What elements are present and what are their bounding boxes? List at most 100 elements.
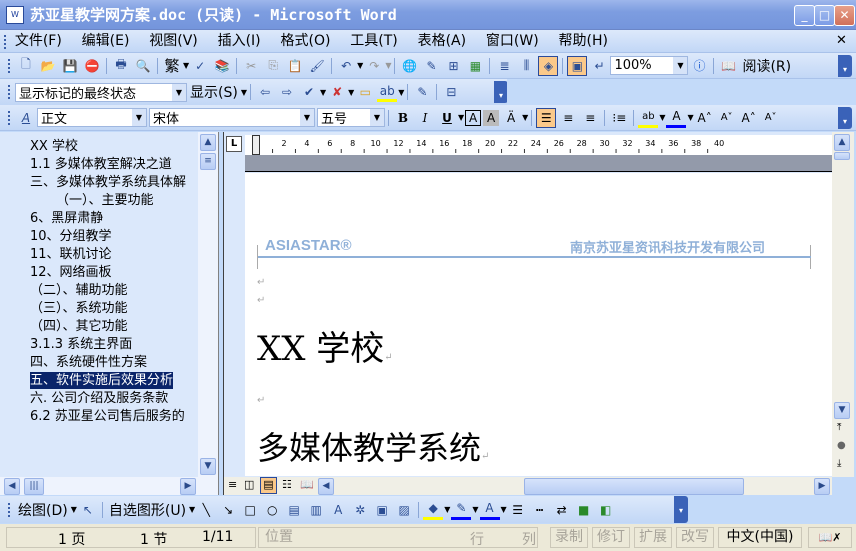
arrow-icon[interactable]: ↘ [218, 500, 238, 520]
font-color-icon[interactable]: A [666, 108, 687, 128]
zoom-select[interactable]: 100% ▼ [610, 56, 689, 75]
save-icon[interactable]: 💾 [60, 56, 80, 76]
cut-icon[interactable]: ✂ [241, 56, 261, 76]
select-browse-object-icon[interactable]: ● [837, 440, 846, 451]
columns-icon[interactable]: ≣ [494, 56, 514, 76]
scroll-down-icon[interactable]: ▼ [200, 458, 216, 475]
docmap-item[interactable]: 6.2 苏亚星公司售后服务的 [30, 408, 185, 425]
spelling-icon[interactable]: ✓ [190, 56, 210, 76]
menu-table[interactable]: 表格(A) [418, 30, 467, 52]
chevron-down-icon[interactable]: ▼ [357, 61, 363, 70]
bold-icon[interactable]: B [393, 108, 413, 128]
open-icon[interactable]: 📂 [38, 56, 58, 76]
menu-edit[interactable]: 编辑(E) [82, 30, 130, 52]
chevron-down-icon[interactable]: ▼ [300, 109, 314, 126]
docmap-item[interactable]: （四）、其它功能 [30, 318, 128, 335]
chevron-down-icon[interactable]: ▼ [348, 88, 354, 97]
show-hide-icon[interactable]: ▣ [567, 55, 588, 76]
shrink-font-1pt-icon[interactable]: A˅ [761, 108, 781, 128]
rectangle-icon[interactable]: □ [240, 500, 260, 520]
spelling-status-icon[interactable]: 📖✗ [808, 527, 852, 548]
docmap-item[interactable]: 1.1 多媒体教室解决之道 [30, 156, 172, 173]
indent-marker[interactable] [252, 135, 260, 155]
chevron-down-icon[interactable]: ▼ [659, 113, 665, 122]
chevron-down-icon[interactable]: ▼ [370, 109, 384, 126]
print-layout-view-icon[interactable]: ▤ [260, 477, 277, 494]
status-language[interactable]: 中文(中国) [718, 527, 802, 548]
text-box-icon[interactable]: ▤ [284, 500, 304, 520]
chevron-down-icon[interactable]: ▼ [444, 505, 450, 514]
scroll-thumb[interactable]: ||| [24, 478, 44, 495]
research-icon[interactable]: 📚 [212, 56, 232, 76]
format-painter-icon[interactable]: 🖌 [307, 56, 327, 76]
status-record[interactable]: 录制 [550, 527, 588, 548]
toolbar-grip[interactable] [4, 34, 7, 49]
italic-icon[interactable]: I [415, 108, 435, 128]
tab-selector-button[interactable]: L [226, 136, 242, 152]
docmap-item[interactable]: 六. 公司介绍及服务条款 [30, 390, 168, 407]
chevron-down-icon[interactable]: ▼ [189, 505, 195, 514]
clip-art-icon[interactable]: ▣ [372, 500, 392, 520]
highlight-icon[interactable]: ab [377, 82, 398, 102]
toolbar-options-icon[interactable]: ▾ [838, 55, 852, 77]
menu-format[interactable]: 格式(O) [280, 30, 330, 52]
chevron-down-icon[interactable]: ▼ [71, 505, 77, 514]
wordart-icon[interactable]: A [328, 500, 348, 520]
toolbar-options-icon[interactable]: ▾ [674, 496, 688, 523]
previous-page-icon[interactable]: ⤒ [837, 422, 841, 433]
scroll-thumb[interactable]: ≡ [200, 153, 216, 170]
reviewing-pane-icon[interactable]: ⊟ [441, 82, 461, 102]
insert-table-icon[interactable]: ⊞ [443, 56, 463, 76]
menu-window[interactable]: 窗口(W) [486, 30, 539, 52]
new-icon[interactable]: 🗋 [16, 56, 36, 76]
font-size-select[interactable]: 五号 ▼ [317, 108, 385, 127]
phonetic-guide-icon[interactable]: Ä [501, 108, 521, 128]
redo-icon[interactable]: ↷ [364, 56, 384, 76]
paragraph-mark-icon[interactable]: ↵ [589, 56, 609, 76]
line-icon[interactable]: ╲ [196, 500, 216, 520]
scroll-down-icon[interactable]: ▼ [834, 402, 850, 419]
menu-insert[interactable]: 插入(I) [218, 30, 261, 52]
docmap-item[interactable]: （一）、主要功能 [56, 192, 154, 209]
menu-tools[interactable]: 工具(T) [350, 30, 397, 52]
underline-icon[interactable]: U [437, 108, 457, 128]
read-icon[interactable]: 📖 [718, 56, 738, 76]
next-page-icon[interactable]: ⤓ [837, 458, 841, 469]
status-track-changes[interactable]: 修订 [592, 527, 630, 548]
docmap-item[interactable]: 11、联机讨论 [30, 246, 112, 263]
docmap-item[interactable]: 三、多媒体教学系统具体解 [30, 174, 186, 191]
toolbar-grip[interactable] [8, 58, 11, 73]
track-changes-icon[interactable]: ✎ [412, 82, 432, 102]
chevron-down-icon[interactable]: ▼ [501, 505, 507, 514]
chevron-down-icon[interactable]: ▼ [132, 109, 146, 126]
chevron-down-icon[interactable]: ▼ [522, 113, 528, 122]
diagram-icon[interactable]: ✲ [350, 500, 370, 520]
document-map-icon[interactable]: ◈ [538, 55, 559, 76]
docmap-item[interactable]: XX 学校 [30, 138, 78, 155]
chevron-down-icon[interactable]: ▼ [687, 113, 693, 122]
close-document-icon[interactable]: ✕ [836, 33, 847, 48]
docmap-item-selected[interactable]: 五、软件实施后效果分析 [30, 372, 174, 389]
styles-formatting-icon[interactable]: A [16, 108, 36, 128]
web-layout-view-icon[interactable]: ◫ [244, 478, 254, 491]
previous-change-icon[interactable]: ⇦ [255, 82, 275, 102]
scroll-thumb[interactable] [834, 152, 850, 160]
word-app-icon[interactable]: W [6, 6, 24, 24]
horizontal-ruler[interactable]: 2 4 6 8 10 12 14 16 18 20 22 24 26 28 30 32 34 36 38 40 [245, 135, 832, 155]
font-select[interactable]: 宋体 ▼ [149, 108, 315, 127]
normal-view-icon[interactable]: ≡ [228, 478, 237, 491]
tables-borders-icon[interactable]: ✎ [421, 56, 441, 76]
chevron-down-icon[interactable]: ▼ [673, 57, 688, 74]
chevron-down-icon[interactable]: ▼ [472, 505, 478, 514]
picture-icon[interactable]: ▨ [394, 500, 414, 520]
toolbar-options-icon[interactable]: ▾ [838, 107, 852, 129]
help-icon[interactable]: ⓘ [689, 56, 709, 76]
docmap-item[interactable]: 6、黑屏肃静 [30, 210, 103, 227]
docmap-horizontal-scrollbar[interactable]: ◀ ||| ▶ [0, 477, 218, 495]
docmap-vertical-scrollbar[interactable]: ▲ ≡ ▼ [198, 132, 218, 477]
minimize-button[interactable]: _ [794, 5, 815, 26]
chevron-down-icon[interactable]: ▼ [320, 88, 326, 97]
menu-help[interactable]: 帮助(H) [559, 30, 608, 52]
undo-icon[interactable]: ↶ [336, 56, 356, 76]
scroll-up-icon[interactable]: ▲ [834, 134, 850, 151]
